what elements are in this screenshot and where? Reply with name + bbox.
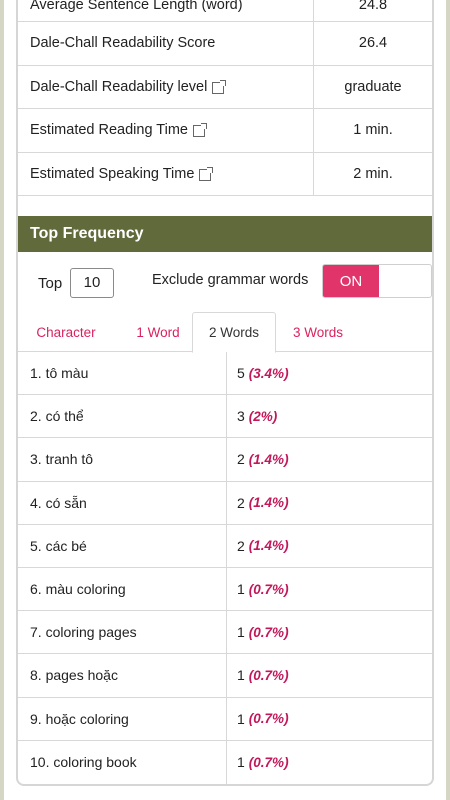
exclude-grammar-label: Exclude grammar words: [152, 272, 309, 288]
frequency-controls: Top 10 Exclude grammar words ON: [18, 264, 432, 304]
stat-label[interactable]: Estimated Reading Time: [18, 109, 314, 152]
stat-row: Dale-Chall Readability Score 26.4: [18, 22, 432, 66]
table-row: 9. hoặc coloring 1 (0.7%): [18, 697, 432, 741]
phrase-cell: 2. có thể: [18, 395, 227, 438]
table-row: 4. có sẵn 2 (1.4%): [18, 481, 432, 525]
count-value: 1: [237, 667, 245, 684]
percent-value: (0.7%): [248, 581, 289, 597]
count-cell: 1 (0.7%): [227, 698, 432, 740]
frequency-tabs: Character 1 Word 2 Words 3 Words: [18, 312, 432, 353]
top-label: Top: [38, 275, 63, 292]
phrase-cell: 9. hoặc coloring: [18, 697, 227, 740]
table-row: 1. tô màu 5 (3.4%): [18, 352, 432, 396]
count-value: 3: [237, 408, 245, 425]
external-link-icon[interactable]: [199, 166, 214, 181]
percent-value: (0.7%): [248, 754, 289, 770]
table-row: 2. có thể 3 (2%): [18, 395, 432, 439]
stat-row: Average Sentence Length (word) 24.8: [18, 0, 432, 22]
percent-value: (0.7%): [248, 667, 289, 683]
count-cell: 1 (0.7%): [227, 741, 432, 784]
results-card: Average Sentence Length (word) 24.8 Dale…: [16, 0, 434, 786]
phrase-cell: 5. các bé: [18, 524, 227, 567]
stat-row: Estimated Reading Time 1 min.: [18, 109, 432, 153]
stat-label-text[interactable]: Dale-Chall Readability level: [30, 79, 207, 95]
stat-label: Average Sentence Length (word): [18, 0, 314, 21]
stat-label-text: Dale-Chall Readability Score: [30, 35, 216, 52]
tab-character[interactable]: Character: [22, 312, 110, 352]
count-cell: 1 (0.7%): [227, 654, 432, 696]
stat-value: 2 min.: [353, 165, 393, 182]
count-cell: 3 (2%): [227, 395, 432, 437]
table-row: 6. màu coloring 1 (0.7%): [18, 567, 432, 612]
phrase-cell: 10. coloring book: [18, 740, 227, 784]
stat-label-text[interactable]: Estimated Reading Time: [30, 122, 188, 138]
stat-row: Estimated Speaking Time 2 min.: [18, 152, 432, 196]
frequency-table: 1. tô màu 5 (3.4%) 2. có thể 3 (2%) 3. tra…: [18, 352, 432, 784]
top-count-input[interactable]: 10: [70, 268, 114, 298]
table-row: 10. coloring book 1 (0.7%): [18, 740, 432, 784]
table-row: 5. các bé 2 (1.4%): [18, 524, 432, 568]
count-cell: 2 (1.4%): [227, 482, 432, 524]
percent-value: (3.4%): [248, 365, 289, 381]
stat-value: 24.8: [358, 0, 388, 13]
percent-value: (0.7%): [248, 711, 289, 727]
stat-value: graduate: [344, 78, 402, 95]
count-value: 2: [237, 451, 245, 468]
percent-value: (1.4%): [248, 495, 289, 511]
stat-label-text: Average Sentence Length (word): [30, 0, 243, 13]
phrase-cell: 1. tô màu: [18, 352, 227, 395]
count-cell: 1 (0.7%): [227, 568, 432, 610]
phrase-cell: 8. pages hoặc: [18, 654, 227, 697]
phrase-cell: 3. tranh tô: [18, 438, 227, 481]
toggle-on-state[interactable]: ON: [323, 265, 379, 297]
page-edge-left: [0, 0, 4, 800]
count-cell: 1 (0.7%): [227, 611, 432, 653]
stat-value: 26.4: [358, 35, 388, 52]
count-cell: 2 (1.4%): [227, 525, 432, 567]
count-value: 1: [237, 710, 245, 727]
external-link-icon[interactable]: [212, 79, 227, 94]
stat-label-text[interactable]: Estimated Speaking Time: [30, 166, 194, 182]
count-cell: 5 (3.4%): [227, 352, 432, 394]
stat-label[interactable]: Dale-Chall Readability level: [18, 65, 314, 108]
stat-row: Dale-Chall Readability level graduate: [18, 65, 432, 109]
phrase-cell: 7. coloring pages: [18, 611, 227, 654]
table-row: 8. pages hoặc 1 (0.7%): [18, 654, 432, 698]
exclude-grammar-toggle[interactable]: ON: [322, 264, 432, 298]
tab-3-words[interactable]: 3 Words: [276, 312, 360, 352]
count-value: 1: [237, 754, 245, 771]
percent-value: (1.4%): [248, 538, 289, 554]
count-value: 5: [237, 365, 245, 382]
count-value: 1: [237, 624, 245, 641]
stat-value: 1 min.: [353, 122, 393, 139]
phrase-cell: 4. có sẵn: [18, 481, 227, 524]
percent-value: (2%): [248, 408, 278, 424]
external-link-icon[interactable]: [192, 123, 207, 138]
count-value: 1: [237, 581, 245, 598]
table-row: 3. tranh tô 2 (1.4%): [18, 438, 432, 482]
phrase-cell: 6. màu coloring: [18, 567, 227, 611]
count-value: 2: [237, 537, 245, 554]
stat-label[interactable]: Estimated Speaking Time: [18, 152, 314, 195]
section-title: Top Frequency: [18, 216, 432, 252]
page-edge-right: [446, 0, 450, 800]
stats-table: Average Sentence Length (word) 24.8 Dale…: [18, 0, 432, 196]
table-row: 7. coloring pages 1 (0.7%): [18, 611, 432, 655]
count-value: 2: [237, 494, 245, 511]
tab-1-word[interactable]: 1 Word: [114, 312, 202, 352]
percent-value: (0.7%): [248, 624, 289, 640]
count-cell: 2 (1.4%): [227, 438, 432, 480]
stat-label: Dale-Chall Readability Score: [18, 22, 314, 65]
percent-value: (1.4%): [248, 451, 289, 467]
tab-2-words[interactable]: 2 Words: [192, 312, 276, 353]
